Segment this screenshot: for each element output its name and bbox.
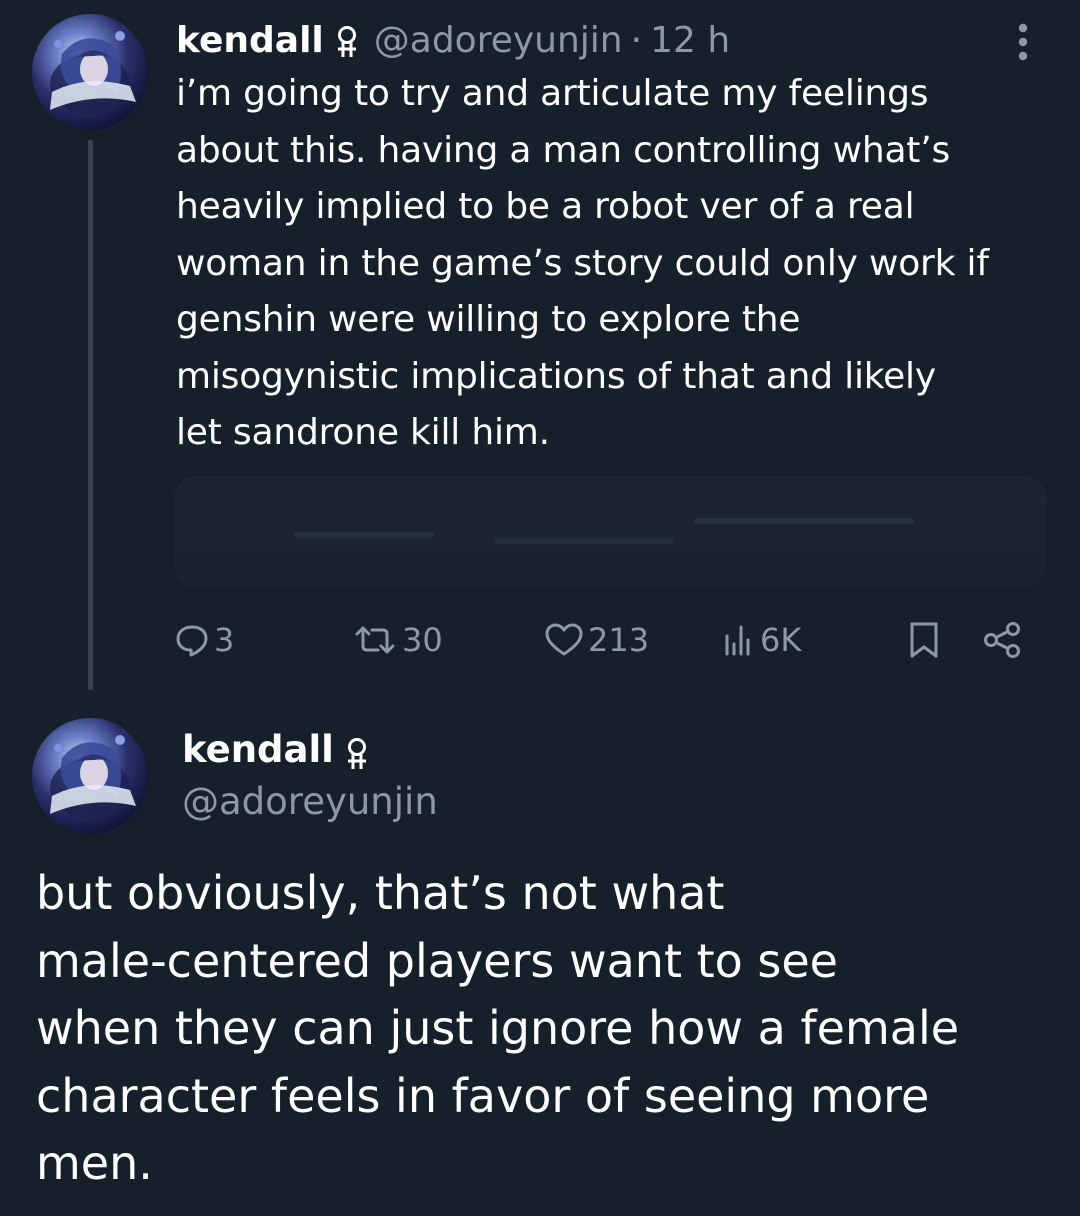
more-vertical-icon[interactable] (1008, 22, 1038, 62)
reply-button[interactable]: 3 (174, 612, 234, 668)
retweet-icon (352, 622, 398, 658)
author-handle[interactable]: @adoreyunjin (182, 776, 438, 828)
tweet-body-text: i’m going to try and articulate my feeli… (176, 73, 989, 453)
thread-connector-line (88, 140, 93, 690)
blurred-content (694, 518, 914, 524)
author-handle[interactable]: @adoreyunjin (374, 20, 623, 61)
tweet-header: kendall @adoreyunjin · 12 h (176, 14, 730, 66)
blurred-content (294, 532, 434, 538)
bookmark-icon (906, 620, 942, 660)
author-name[interactable]: kendall (182, 724, 334, 776)
views-count: 6K (760, 621, 802, 659)
reply-tweet-body-text: but obviously, that’s not what male-cent… (36, 866, 960, 1190)
like-button[interactable]: 213 (544, 612, 649, 668)
reply-count: 3 (214, 621, 235, 659)
avatar[interactable] (32, 14, 148, 130)
double-venus-icon (334, 24, 360, 60)
bookmark-button[interactable] (906, 612, 942, 668)
reply-icon (174, 622, 210, 658)
tweet-timestamp[interactable]: 12 h (650, 20, 730, 61)
double-venus-icon (344, 734, 370, 770)
tweet-actions-bar: 3 30 213 6K (174, 612, 1034, 668)
author-name[interactable]: kendall (176, 20, 324, 61)
views-icon (720, 622, 756, 658)
avatar[interactable] (32, 718, 148, 834)
retweet-button[interactable]: 30 (352, 612, 443, 668)
quoted-media-card[interactable] (174, 476, 1046, 588)
share-icon (982, 620, 1022, 660)
avatar-image (50, 735, 136, 818)
avatar-image (50, 31, 136, 114)
header-separator: · (630, 19, 643, 61)
blurred-content (494, 538, 674, 544)
views-button[interactable]: 6K (720, 612, 801, 668)
heart-icon (544, 622, 584, 658)
share-button[interactable] (982, 612, 1022, 668)
like-count: 213 (588, 621, 650, 659)
reply-tweet-header: kendall @adoreyunjin (182, 724, 438, 828)
retweet-count: 30 (402, 621, 443, 659)
